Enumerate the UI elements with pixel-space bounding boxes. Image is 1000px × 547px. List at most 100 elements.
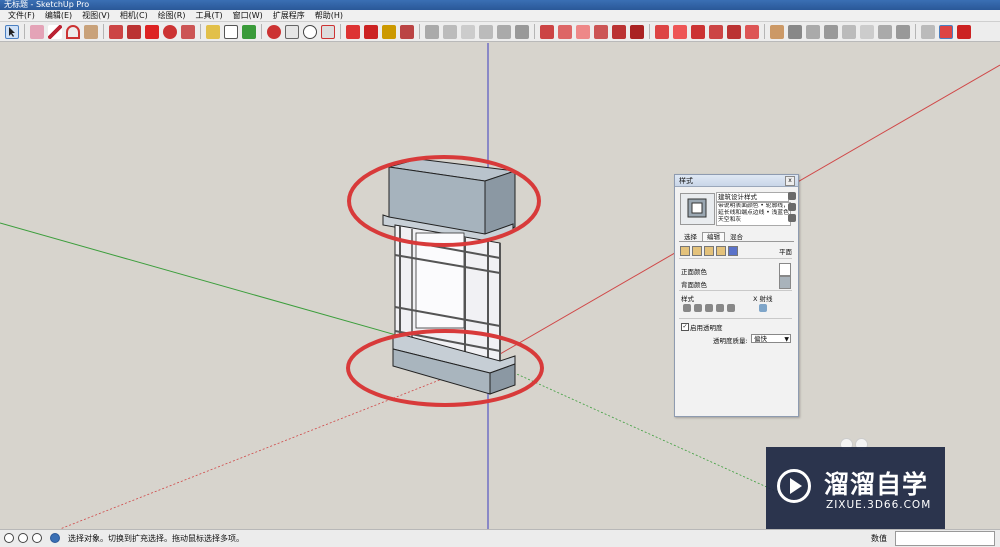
- style-actions: [788, 192, 797, 225]
- divider: [679, 318, 792, 319]
- watermark-settings-icon[interactable]: [716, 246, 726, 256]
- views-iso-icon[interactable]: [425, 24, 439, 39]
- credits-icon[interactable]: [18, 533, 28, 543]
- close-icon[interactable]: x: [785, 176, 795, 186]
- followme-icon[interactable]: [127, 24, 141, 39]
- rectangle-icon[interactable]: [84, 24, 98, 39]
- help-icon[interactable]: [50, 533, 60, 543]
- position-camera-icon[interactable]: [745, 24, 759, 39]
- extension-warehouse-icon[interactable]: [364, 24, 378, 39]
- views-top-icon[interactable]: [443, 24, 457, 39]
- outliner-icon[interactable]: [806, 24, 820, 39]
- section-display-icon[interactable]: [691, 24, 705, 39]
- menu-extensions[interactable]: 扩展程序: [268, 10, 310, 22]
- menu-camera[interactable]: 相机(C): [115, 10, 153, 22]
- style-label: 样式: [681, 295, 694, 303]
- move-icon[interactable]: [145, 24, 159, 39]
- component-icon[interactable]: [770, 24, 784, 39]
- front-color-swatch[interactable]: [779, 263, 791, 276]
- lock-icon[interactable]: [788, 192, 796, 200]
- watermark-banner: 溜溜自学 ZIXUE.3D66.COM: [766, 447, 945, 532]
- walk-icon[interactable]: [709, 24, 723, 39]
- toolbar-separator: [340, 24, 341, 39]
- status-bar: 选择对象。切换到扩充选择。拖动鼠标选择多项。 数值: [0, 529, 1000, 547]
- pan-icon[interactable]: [285, 24, 299, 39]
- views-front-icon[interactable]: [461, 24, 475, 39]
- modeling-settings-icon[interactable]: [728, 246, 738, 256]
- group-icon[interactable]: [788, 24, 802, 39]
- style-description-field[interactable]: 带说明表面颜色 • 轮廓线，延长线和端点边线 • 浅蓝色天空和灰: [716, 202, 791, 226]
- materials-icon[interactable]: [824, 24, 838, 39]
- textured-style-icon[interactable]: [716, 304, 724, 312]
- style-xray-icon[interactable]: [540, 24, 554, 39]
- match-photo-icon[interactable]: [878, 24, 892, 39]
- toolbar-separator: [915, 24, 916, 39]
- ruby-console-icon[interactable]: [957, 24, 971, 39]
- style-shaded-icon[interactable]: [594, 24, 608, 39]
- enable-transparency-checkbox[interactable]: ✓: [681, 323, 689, 331]
- style-hidden-icon[interactable]: [576, 24, 590, 39]
- paint-icon[interactable]: [242, 24, 256, 39]
- layout-icon[interactable]: [400, 24, 414, 39]
- section-cut-icon[interactable]: [673, 24, 687, 39]
- transparency-quality-select[interactable]: 偏快 ▼: [751, 334, 791, 343]
- arc-icon[interactable]: [66, 24, 80, 39]
- wireframe-style-icon[interactable]: [683, 304, 691, 312]
- face-settings-icon[interactable]: [692, 246, 702, 256]
- create-style-icon[interactable]: [788, 203, 796, 211]
- monochrome-style-icon[interactable]: [727, 304, 735, 312]
- style-thumbnail: [680, 193, 715, 225]
- settings-category-icons: [680, 246, 740, 256]
- zoom-icon[interactable]: [303, 24, 317, 39]
- pencil-icon[interactable]: [48, 24, 62, 39]
- hidden-line-style-icon[interactable]: [694, 304, 702, 312]
- menu-view[interactable]: 视图(V): [77, 10, 115, 22]
- menu-window[interactable]: 窗口(W): [228, 10, 268, 22]
- style-textured-icon[interactable]: [612, 24, 626, 39]
- shaded-style-icon[interactable]: [705, 304, 713, 312]
- styles-panel-header[interactable]: 样式 x: [675, 175, 798, 187]
- model-info-icon[interactable]: [921, 24, 935, 39]
- select-icon[interactable]: [5, 24, 19, 39]
- measurements-input[interactable]: [895, 531, 995, 546]
- window-title: 无标题 - SketchUp Pro: [4, 0, 90, 9]
- back-color-swatch[interactable]: [779, 276, 791, 289]
- fog-icon[interactable]: [860, 24, 874, 39]
- section-plane-icon[interactable]: [655, 24, 669, 39]
- title-bar: 无标题 - SketchUp Pro: [0, 0, 1000, 10]
- views-right-icon[interactable]: [479, 24, 493, 39]
- styles-panel-icon[interactable]: [939, 24, 953, 39]
- pushpull-icon[interactable]: [109, 24, 123, 39]
- geolocation-icon[interactable]: [4, 533, 14, 543]
- scale-icon[interactable]: [181, 24, 195, 39]
- divider: [679, 258, 792, 259]
- eraser-icon[interactable]: [30, 24, 44, 39]
- style-monochrome-icon[interactable]: [630, 24, 644, 39]
- views-back-icon[interactable]: [497, 24, 511, 39]
- tape-icon[interactable]: [206, 24, 220, 39]
- update-style-icon[interactable]: [788, 214, 796, 222]
- menu-edit[interactable]: 编辑(E): [40, 10, 77, 22]
- text-icon[interactable]: [224, 24, 238, 39]
- shadows-icon[interactable]: [842, 24, 856, 39]
- orbit-icon[interactable]: [267, 24, 281, 39]
- lookaround-icon[interactable]: [727, 24, 741, 39]
- soften-edges-icon[interactable]: [896, 24, 910, 39]
- xray-toggle-icon[interactable]: [759, 304, 767, 312]
- toolbar-separator: [103, 24, 104, 39]
- menu-help[interactable]: 帮助(H): [310, 10, 348, 22]
- menu-tools[interactable]: 工具(T): [191, 10, 228, 22]
- user-icon[interactable]: [32, 533, 42, 543]
- warehouse-icon[interactable]: [346, 24, 360, 39]
- style-name-field[interactable]: 建筑设计样式: [716, 192, 789, 202]
- style-wireframe-icon[interactable]: [558, 24, 572, 39]
- toolbar-separator: [24, 24, 25, 39]
- menu-file[interactable]: 文件(F): [3, 10, 40, 22]
- sandbox-icon[interactable]: [382, 24, 396, 39]
- edge-settings-icon[interactable]: [680, 246, 690, 256]
- views-left-icon[interactable]: [515, 24, 529, 39]
- zoom-extents-icon[interactable]: [321, 24, 335, 39]
- rotate-icon[interactable]: [163, 24, 177, 39]
- menu-draw[interactable]: 绘图(R): [153, 10, 191, 22]
- background-settings-icon[interactable]: [704, 246, 714, 256]
